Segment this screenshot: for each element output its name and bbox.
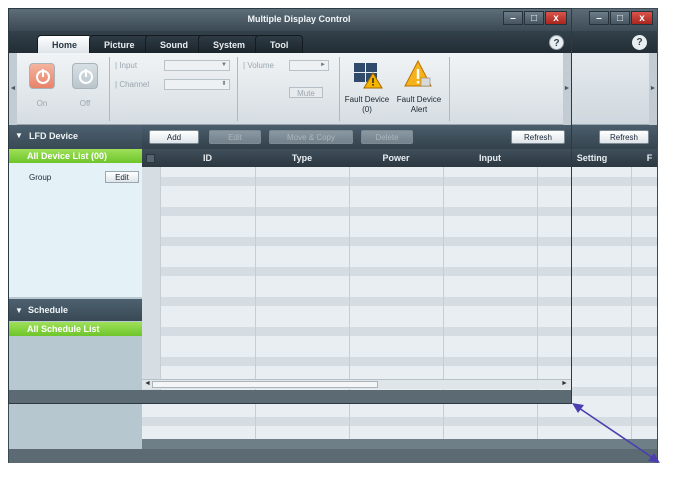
- grid-header: ID Type Power Input: [142, 149, 571, 167]
- select-all-checkbox[interactable]: [146, 154, 155, 163]
- move-copy-button[interactable]: Move & Copy: [269, 130, 353, 144]
- fault-alert-label: Fault Device Alert: [396, 95, 442, 114]
- power-off-icon: [79, 69, 93, 84]
- column-header-id[interactable]: ID: [160, 149, 255, 167]
- edit-button[interactable]: Edit: [209, 130, 261, 144]
- tab-system[interactable]: System: [198, 35, 261, 53]
- input-label: | Input: [115, 61, 138, 70]
- left-panel: All Device List (00) Group Edit ▼ Schedu…: [9, 149, 142, 390]
- window-title: Multiple Display Control: [247, 14, 351, 24]
- back-ribbon-right-arrow-icon[interactable]: ►: [649, 53, 657, 125]
- column-header-type[interactable]: Type: [255, 149, 349, 167]
- stepper-arrows-icon: ⬍: [221, 81, 227, 87]
- back-close-button[interactable]: x: [631, 11, 653, 25]
- device-toolbar: ▼ LFD Device Add Edit Move & Copy Delete…: [9, 125, 571, 149]
- channel-stepper[interactable]: ⬍: [164, 79, 230, 90]
- statusbar: [9, 390, 571, 403]
- scroll-right-arrow-icon[interactable]: ►: [561, 380, 568, 387]
- back-statusbar: [9, 449, 657, 463]
- ribbon: ◄ On Off | Input ▼ | Channel ⬍ | Volume …: [9, 53, 571, 125]
- ribbon-left-arrow-icon[interactable]: ◄: [9, 53, 17, 125]
- tab-sound[interactable]: Sound: [145, 35, 203, 53]
- device-grid: ID Type Power Input: [142, 149, 571, 393]
- refresh-button[interactable]: Refresh: [511, 130, 565, 144]
- schedule-header[interactable]: ▼ Schedule: [9, 299, 142, 321]
- collapse-arrow-icon: ▼: [15, 306, 23, 315]
- fault-device-button[interactable]: [353, 61, 383, 89]
- chevron-down-icon: ▼: [221, 62, 227, 68]
- back-refresh-button[interactable]: Refresh: [599, 130, 649, 144]
- fault-device-icon: [354, 63, 383, 89]
- device-group-area: Group Edit: [9, 163, 142, 297]
- group-label: Group: [29, 173, 52, 182]
- all-device-list-item[interactable]: All Device List (00): [9, 149, 142, 163]
- all-schedule-list-item[interactable]: All Schedule List: [9, 322, 142, 336]
- channel-label: | Channel: [115, 80, 150, 89]
- power-on-label: On: [36, 99, 48, 108]
- mute-button[interactable]: Mute: [289, 87, 323, 98]
- delete-button[interactable]: Delete: [361, 130, 413, 144]
- fault-alert-button[interactable]: [403, 59, 433, 89]
- scroll-left-arrow-icon[interactable]: ◄: [144, 380, 151, 387]
- lfd-device-header[interactable]: ▼ LFD Device: [9, 125, 142, 149]
- tab-home[interactable]: Home: [37, 35, 93, 53]
- titlebar: Multiple Display Control – □ x: [9, 9, 571, 31]
- input-select[interactable]: ▼: [164, 60, 230, 71]
- ribbon-right-arrow-icon[interactable]: ►: [563, 53, 571, 125]
- back-maximize-button[interactable]: □: [610, 11, 630, 25]
- maximize-button[interactable]: □: [524, 11, 544, 25]
- help-icon[interactable]: ?: [549, 35, 564, 50]
- tab-picture[interactable]: Picture: [89, 35, 150, 53]
- resize-arrow-icon: [572, 403, 660, 463]
- back-minimize-button[interactable]: –: [589, 11, 609, 25]
- column-header-partial[interactable]: F: [642, 149, 657, 167]
- volume-label: | Volume: [243, 61, 274, 70]
- power-off-button[interactable]: [72, 63, 98, 89]
- add-button[interactable]: Add: [149, 130, 199, 144]
- tab-bar: Home Picture Sound System Tool ?: [9, 31, 571, 53]
- main-window: Multiple Display Control – □ x Home Pict…: [8, 8, 572, 404]
- minimize-button[interactable]: –: [503, 11, 523, 25]
- warning-icon: [404, 59, 432, 87]
- group-edit-button[interactable]: Edit: [105, 171, 139, 183]
- volume-slider[interactable]: ►: [289, 60, 329, 71]
- back-help-icon[interactable]: ?: [632, 35, 647, 50]
- column-header-power[interactable]: Power: [349, 149, 443, 167]
- power-on-button[interactable]: [29, 63, 55, 89]
- chevron-right-icon: ►: [320, 62, 326, 68]
- lfd-device-title: LFD Device: [29, 131, 79, 141]
- scrollbar-thumb[interactable]: [152, 381, 378, 388]
- power-on-icon: [36, 69, 50, 84]
- close-button[interactable]: x: [545, 11, 567, 25]
- tab-tool[interactable]: Tool: [255, 35, 304, 53]
- horizontal-scrollbar[interactable]: ◄ ►: [142, 379, 571, 389]
- column-header-input[interactable]: Input: [443, 149, 537, 167]
- fault-device-label: Fault Device (0): [344, 95, 390, 114]
- power-off-label: Off: [79, 99, 91, 108]
- collapse-arrow-icon: ▼: [15, 131, 23, 140]
